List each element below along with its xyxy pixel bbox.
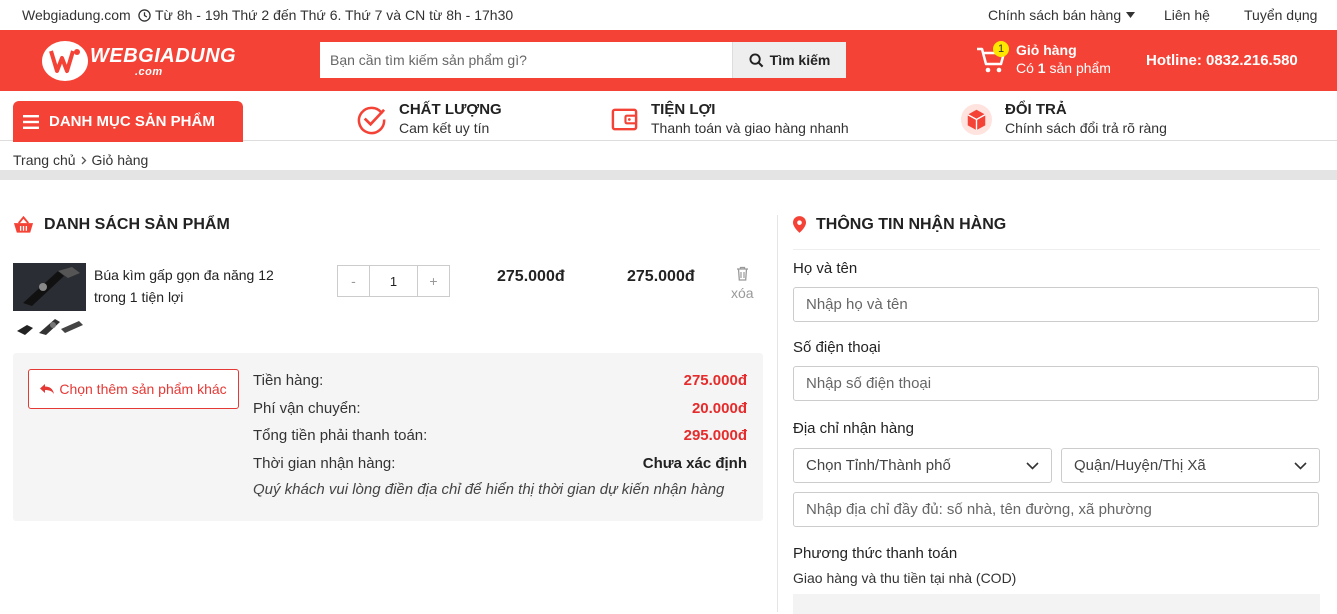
contact-link[interactable]: Liên hệ [1164,7,1210,23]
site-name[interactable]: Webgiadung.com [22,7,131,23]
search-input[interactable] [320,42,732,78]
search-bar: Tìm kiếm [320,42,846,78]
feature-convenience-subtitle: Thanh toán và giao hàng nhanh [651,120,849,136]
delete-item-label: xóa [731,285,754,301]
payment-summary-box [793,594,1320,614]
name-field[interactable]: Nhập họ và tên [793,287,1319,322]
delivery-time-value: Chưa xác định [642,454,747,472]
district-select[interactable]: Quận/Huyện/Thị Xã [1061,448,1320,483]
return-box-icon [960,103,993,135]
chevron-down-icon [1026,461,1039,470]
shipping-form: THÔNG TIN NHẬN HÀNG Họ và tên Nhập họ và… [793,200,1320,614]
feature-quality-title: CHẤT LƯỢNG [399,101,502,118]
phone-field[interactable]: Nhập số điện thoại [793,366,1319,401]
breadcrumb-current: Giỏ hàng [91,152,149,168]
district-select-value: Quận/Huyện/Thị Xã [1074,457,1206,474]
summary-subtotal-row: Tiền hàng: 275.000đ [253,367,747,395]
cart-item: Búa kìm gấp gọn đa năng 12 trong 1 tiện … [13,200,763,350]
unit-price: 275.000đ [497,268,565,285]
continue-shopping-label: Chọn thêm sản phẩm khác [59,381,227,397]
cart-badge: 1 [993,41,1009,57]
payment-method-label: Phương thức thanh toán [793,545,958,562]
feature-return-title: ĐỔI TRẢ [1005,101,1067,118]
shipping-form-header: THÔNG TIN NHẬN HÀNG [793,200,1320,250]
search-button[interactable]: Tìm kiếm [732,42,846,78]
nav-bar: DANH MỤC SẢN PHẨM CHẤT LƯỢNG Cam kết uy t… [0,91,1337,142]
product-name[interactable]: Búa kìm gấp gọn đa năng 12 trong 1 tiện … [94,264,294,308]
check-circle-icon [357,106,386,134]
sales-policy-label[interactable]: Chính sách bán hàng [988,7,1121,23]
logo-text: WEBGIADUNG [90,44,237,67]
top-bar: Webgiadung.com Từ 8h - 19h Thứ 2 đến Thứ… [0,0,1337,30]
map-pin-icon [793,216,806,233]
delete-item-button[interactable]: xóa [731,266,754,301]
category-menu-button[interactable]: DANH MỤC SẢN PHẨM [13,101,243,142]
category-menu-label: DANH MỤC SẢN PHẨM [49,113,215,130]
wallet-icon [611,108,638,130]
hamburger-icon [23,114,39,129]
order-summary: Chọn thêm sản phẩm khác Tiền hàng: 275.00… [13,353,763,521]
shipping-fee-value: 20.000đ [691,399,747,417]
reply-arrow-icon [40,384,55,394]
clock-icon [138,8,151,22]
feature-quality: CHẤT LƯỢNG Cam kết uy tín [356,101,502,137]
section-divider [0,170,1337,180]
logo[interactable]: WEBGIADUNG .com [42,41,236,81]
province-select[interactable]: Chọn Tỉnh/Thành phố [793,448,1052,483]
line-total: 275.000đ [627,268,695,285]
address-textarea[interactable]: Nhập địa chỉ đầy đủ: số nhà, tên đường, … [793,492,1319,527]
opening-hours-text: Từ 8h - 19h Thứ 2 đến Thứ 6. Thứ 7 và CN… [155,7,514,23]
feature-return-subtitle: Chính sách đổi trả rõ ràng [1005,120,1167,136]
subtotal-value: 275.000đ [683,372,747,390]
cart-title: Giỏ hàng [1016,42,1077,58]
summary-delivery-time-row: Thời gian nhận hàng: Chưa xác định [253,450,747,478]
search-icon [749,52,763,67]
feature-return: ĐỔI TRẢ Chính sách đổi trả rõ ràng [960,101,1167,137]
logo-mark-icon [42,41,88,81]
column-divider [777,215,778,612]
feature-convenience: TIỆN LỢI Thanh toán và giao hàng nhanh [610,101,849,137]
cart-list-panel: DANH SÁCH SẢN PHẨM Búa kìm gấp gọn đa nă… [13,200,763,521]
quantity-increase-button[interactable]: + [418,266,449,296]
summary-total-row: Tổng tiền phải thanh toán: 295.000đ [253,422,747,450]
opening-hours: Từ 8h - 19h Thứ 2 đến Thứ 6. Thứ 7 và CN… [138,7,513,23]
logo-domain: .com [135,65,163,78]
province-select-value: Chọn Tỉnh/Thành phố [806,457,951,474]
quantity-stepper: - 1 + [337,265,450,297]
cart-count-text: Có 1 sản phẩm [1016,59,1111,77]
breadcrumb-home[interactable]: Trang chủ [13,152,76,168]
product-image[interactable] [13,263,86,340]
quantity-decrease-button[interactable]: - [338,266,369,296]
grand-total-value: 295.000đ [683,427,747,445]
breadcrumb: Trang chủ Giỏ hàng [13,152,148,168]
shipping-fee-label: Phí vận chuyển: [253,399,361,417]
delivery-time-label: Thời gian nhận hàng: [253,454,396,472]
address-label: Địa chỉ nhận hàng [793,420,914,437]
name-label: Họ và tên [793,260,858,277]
chevron-down-icon [1294,461,1307,470]
trash-icon [736,266,748,281]
cart-widget[interactable]: 1 Giỏ hàng Có 1 sản phẩm [976,41,1111,79]
header: WEBGIADUNG .com Tìm kiếm 1 Giỏ hàng Có 1… [0,30,1337,91]
sales-policy-menu[interactable]: Chính sách bán hàng [988,7,1136,23]
cart-count: 1 [1037,60,1046,76]
delivery-note: Quý khách vui lòng điền địa chỉ để hiển … [253,481,725,498]
subtotal-label: Tiền hàng: [253,372,324,390]
summary-shipping-row: Phí vận chuyển: 20.000đ [253,395,747,423]
search-button-label: Tìm kiếm [769,52,831,68]
phone-label: Số điện thoại [793,339,881,356]
cart-count-prefix: Có [1016,60,1034,76]
chevron-right-icon [81,156,86,164]
cart-count-suffix: sản phẩm [1049,60,1111,76]
caret-down-icon [1126,12,1136,18]
continue-shopping-button[interactable]: Chọn thêm sản phẩm khác [28,369,239,409]
grand-total-label: Tổng tiền phải thanh toán: [253,427,428,445]
feature-convenience-title: TIỆN LỢI [651,101,716,118]
jobs-link[interactable]: Tuyển dụng [1244,7,1317,23]
shipping-form-title: THÔNG TIN NHẬN HÀNG [816,215,1007,233]
hotline[interactable]: Hotline: 0832.216.580 [1146,52,1298,69]
quantity-input[interactable]: 1 [369,266,418,296]
payment-method-value: Giao hàng và thu tiền tại nhà (COD) [793,570,1017,586]
feature-quality-subtitle: Cam kết uy tín [399,120,490,136]
